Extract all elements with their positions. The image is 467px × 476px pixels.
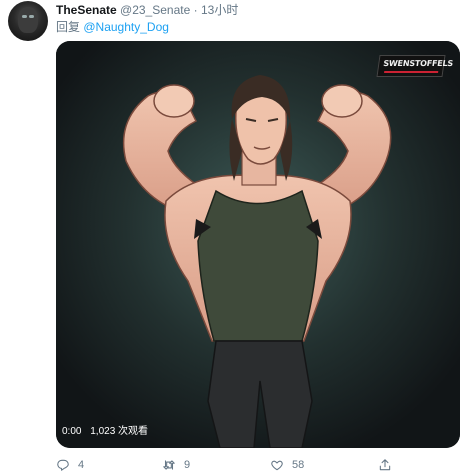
reply-icon bbox=[57, 459, 69, 471]
watermark-text: SWENSTOFFELS bbox=[382, 59, 454, 68]
tweet: TheSenate @23_Senate · 13小时 回复 @Naughty_… bbox=[0, 0, 467, 476]
tweet-actions: 4 9 58 bbox=[56, 456, 460, 474]
avatar[interactable] bbox=[8, 1, 48, 41]
video-info-overlay: 0:00 1,023 次观看 bbox=[62, 425, 154, 439]
video-frame bbox=[56, 41, 460, 448]
avatar-face bbox=[18, 7, 38, 33]
avatar-eye-right bbox=[29, 15, 34, 18]
timestamp[interactable]: 13小时 bbox=[201, 3, 238, 17]
display-name[interactable]: TheSenate bbox=[56, 3, 117, 17]
user-handle[interactable]: @23_Senate bbox=[120, 3, 190, 17]
reply-mention-link[interactable]: @Naughty_Dog bbox=[83, 20, 169, 34]
like-icon bbox=[271, 460, 283, 471]
retweet-count: 9 bbox=[184, 459, 191, 471]
watermark-bar bbox=[384, 71, 439, 73]
share-icon bbox=[379, 459, 391, 471]
reply-context: 回复 @Naughty_Dog bbox=[56, 20, 169, 35]
video-player[interactable]: SWENSTOFFELS 0:00 1,023 次观看 bbox=[56, 41, 460, 448]
separator: · bbox=[193, 3, 198, 17]
avatar-eye-left bbox=[22, 15, 27, 18]
like-button[interactable]: 58 bbox=[270, 456, 304, 474]
retweet-icon bbox=[163, 460, 175, 470]
reply-count: 4 bbox=[78, 459, 85, 471]
video-views: 1,023 次观看 bbox=[90, 426, 149, 437]
channel-watermark: SWENSTOFFELS bbox=[376, 55, 454, 77]
reply-button[interactable]: 4 bbox=[56, 456, 84, 474]
share-button[interactable] bbox=[378, 456, 392, 474]
tweet-header: TheSenate @23_Senate · 13小时 bbox=[56, 3, 238, 18]
video-duration: 0:00 bbox=[62, 426, 82, 437]
reply-prefix: 回复 bbox=[56, 20, 81, 34]
retweet-button[interactable]: 9 bbox=[162, 456, 190, 474]
like-count: 58 bbox=[292, 459, 305, 471]
